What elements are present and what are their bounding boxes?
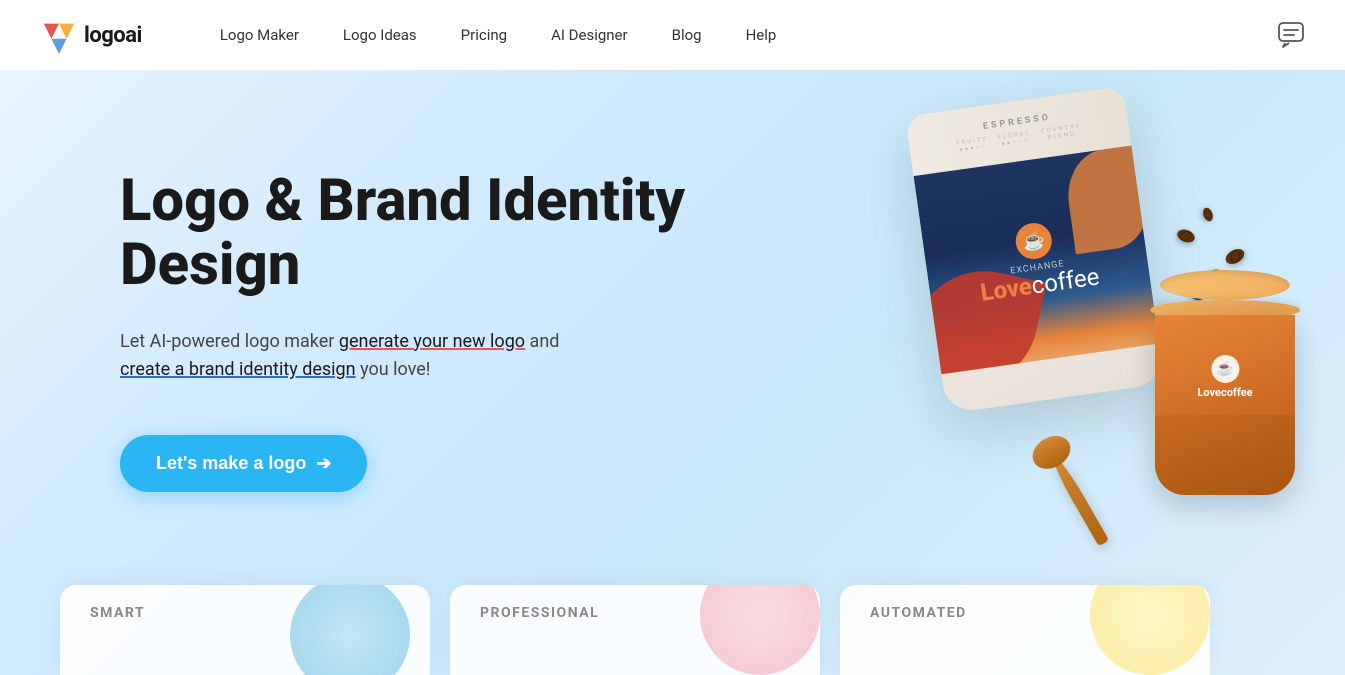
hero-content: Logo & Brand Identity Design Let AI-powe… xyxy=(120,170,740,492)
coffee-bean-1 xyxy=(1175,227,1196,244)
coffee-bean-8 xyxy=(1201,206,1214,222)
nav-logo-ideas[interactable]: Logo Ideas xyxy=(325,18,435,52)
coffee-bag-mockup: ESPRESSO FRUITY●●●○○ FLORAL●●○○○ COUNTRY… xyxy=(905,86,1165,414)
subtitle-link-brand[interactable]: create a brand identity design xyxy=(120,359,356,380)
card-automated-blob xyxy=(1090,585,1210,675)
card-smart: SMART xyxy=(60,585,430,675)
nav-ai-designer[interactable]: AI Designer xyxy=(533,18,646,52)
card-automated: AUTOMATED xyxy=(840,585,1210,675)
card-automated-label: AUTOMATED xyxy=(870,605,967,621)
navbar: logoai Logo Maker Logo Ideas Pricing AI … xyxy=(0,0,1345,70)
bag-body: ☕ EXCHANGE Lovecoffee xyxy=(914,146,1160,375)
card-professional-label: PROFESSIONAL xyxy=(480,605,599,621)
cta-label: Let's make a logo xyxy=(156,453,306,474)
cta-arrow-icon: ➔ xyxy=(316,453,331,474)
card-professional: PROFESSIONAL xyxy=(450,585,820,675)
bag-col-1: FRUITY●●●○○ xyxy=(956,135,989,153)
bag-col-3: COUNTRYBLEND xyxy=(1040,122,1082,142)
cup-logo-circle: ☕ xyxy=(1211,355,1239,383)
nav-pricing[interactable]: Pricing xyxy=(443,18,525,52)
subtitle-text-2: and xyxy=(525,331,559,352)
nav-logo-maker[interactable]: Logo Maker xyxy=(202,18,317,52)
coffee-spoon xyxy=(1049,454,1109,547)
coffee-bean-4 xyxy=(1223,246,1247,267)
hero-image-area: ESPRESSO FRUITY●●●○○ FLORAL●●○○○ COUNTRY… xyxy=(765,70,1345,650)
cup-brand-text: Lovecoffee xyxy=(1197,386,1252,399)
card-professional-blob xyxy=(700,585,820,675)
chat-icon[interactable] xyxy=(1277,21,1305,49)
bottom-cards: SMART PROFESSIONAL AUTOMATED xyxy=(60,585,1345,675)
bag-col-2: FLORAL●●○○○ xyxy=(997,129,1032,148)
subtitle-text-3: you love! xyxy=(356,359,431,380)
subtitle-text-1: Let AI-powered logo maker xyxy=(120,331,339,352)
coffee-cup-mockup: ☕ Lovecoffee xyxy=(1145,270,1305,510)
cta-button[interactable]: Let's make a logo ➔ xyxy=(120,435,367,492)
nav-help[interactable]: Help xyxy=(728,18,795,52)
logo-text: logoai xyxy=(84,23,142,48)
nav-right xyxy=(1277,21,1305,49)
hero-section: Logo & Brand Identity Design Let AI-powe… xyxy=(0,70,1345,675)
cup-body: ☕ Lovecoffee xyxy=(1155,315,1295,495)
cup-logo: ☕ Lovecoffee xyxy=(1197,355,1252,399)
card-smart-blob xyxy=(290,585,410,675)
bag-top-row: FRUITY●●●○○ FLORAL●●○○○ COUNTRYBLEND xyxy=(956,122,1083,153)
logo[interactable]: logoai xyxy=(40,16,142,54)
card-smart-label: SMART xyxy=(90,605,145,621)
nav-blog[interactable]: Blog xyxy=(654,18,720,52)
bag-logo-area: ☕ EXCHANGE Lovecoffee xyxy=(972,215,1101,305)
hero-title: Logo & Brand Identity Design xyxy=(120,170,740,298)
cup-top xyxy=(1160,270,1290,300)
hero-subtitle: Let AI-powered logo maker generate your … xyxy=(120,328,740,386)
subtitle-link-generate[interactable]: generate your new logo xyxy=(339,331,525,352)
bag-circle-logo: ☕ xyxy=(1013,221,1054,262)
nav-links: Logo Maker Logo Ideas Pricing AI Designe… xyxy=(202,18,1277,52)
cup-sleeve xyxy=(1155,415,1295,495)
